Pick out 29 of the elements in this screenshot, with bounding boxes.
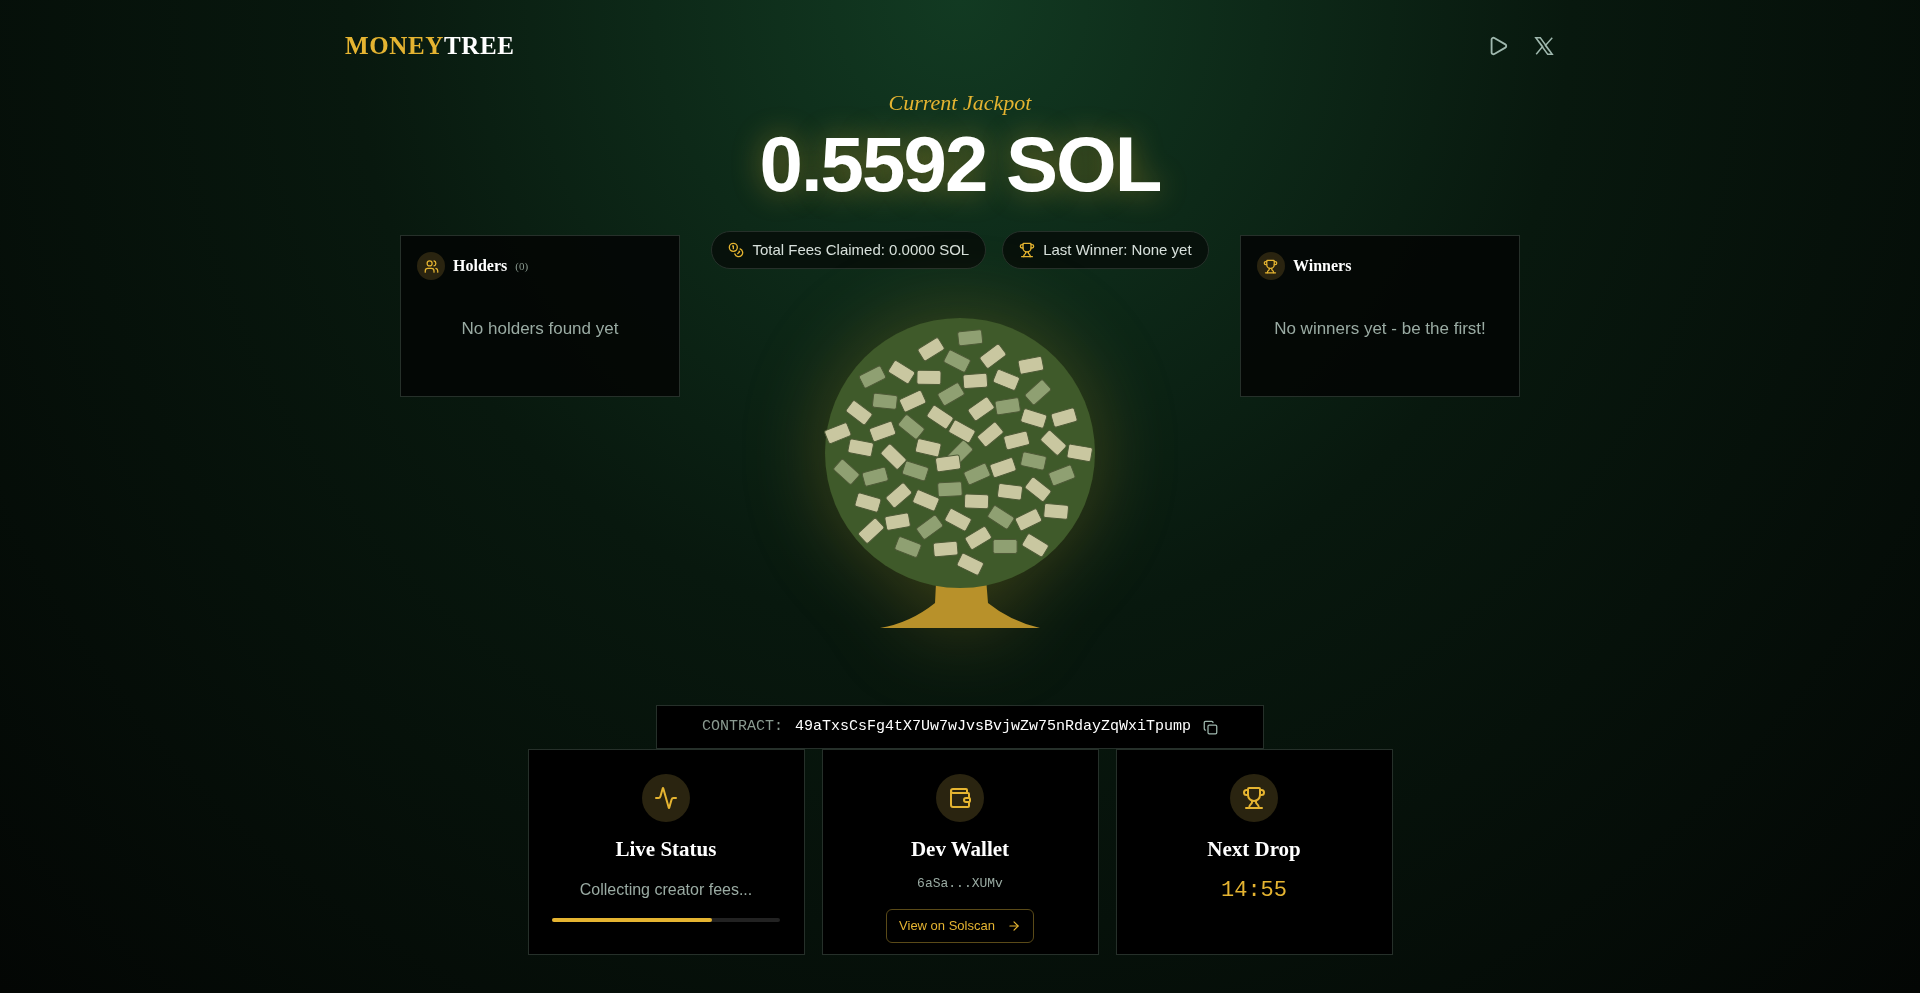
wallet-address: 6aSa...XUMv (917, 874, 1003, 893)
x-logo-icon[interactable] (1533, 35, 1555, 57)
card-title: Next Drop (1207, 836, 1301, 863)
stat-text: Last Winner: None yet (1043, 239, 1192, 260)
solscan-link-button[interactable]: View on Solscan (886, 909, 1034, 943)
wallet-icon (936, 774, 984, 822)
countdown-timer: 14:55 (1221, 876, 1287, 905)
empty-message: No holders found yet (460, 318, 620, 340)
stat-text: Total Fees Claimed: 0.0000 SOL (752, 239, 970, 260)
arrow-right-icon (1006, 918, 1021, 933)
contract-label: CONTRACT: (701, 716, 783, 737)
trophy-icon (1257, 252, 1285, 280)
card-title: Dev Wallet (910, 836, 1010, 863)
users-icon (417, 252, 445, 280)
status-text: Collecting creator fees... (579, 879, 753, 900)
site-logo[interactable]: MONEYTREE (345, 27, 515, 65)
jackpot-amount: 0.5592 SOL (759, 125, 1161, 203)
card-title: Live Status (615, 836, 717, 863)
contract-address: 49aTxsCsFg4tX7Uw7wJvsBvjwZw75nRdayZqWxiTpump (794, 716, 1192, 737)
pulse-icon (642, 774, 690, 822)
panel-title: Winners (1293, 256, 1352, 276)
jackpot-label: Current Jackpot (888, 89, 1032, 117)
holders-count: (0) (515, 258, 529, 274)
trophy-icon (1019, 242, 1036, 258)
empty-message: No winners yet - be the first! (1273, 318, 1487, 340)
coins-icon (728, 242, 745, 258)
trophy-icon (1230, 774, 1278, 822)
copy-icon[interactable] (1203, 719, 1219, 735)
panel-title: Holders (453, 256, 508, 276)
